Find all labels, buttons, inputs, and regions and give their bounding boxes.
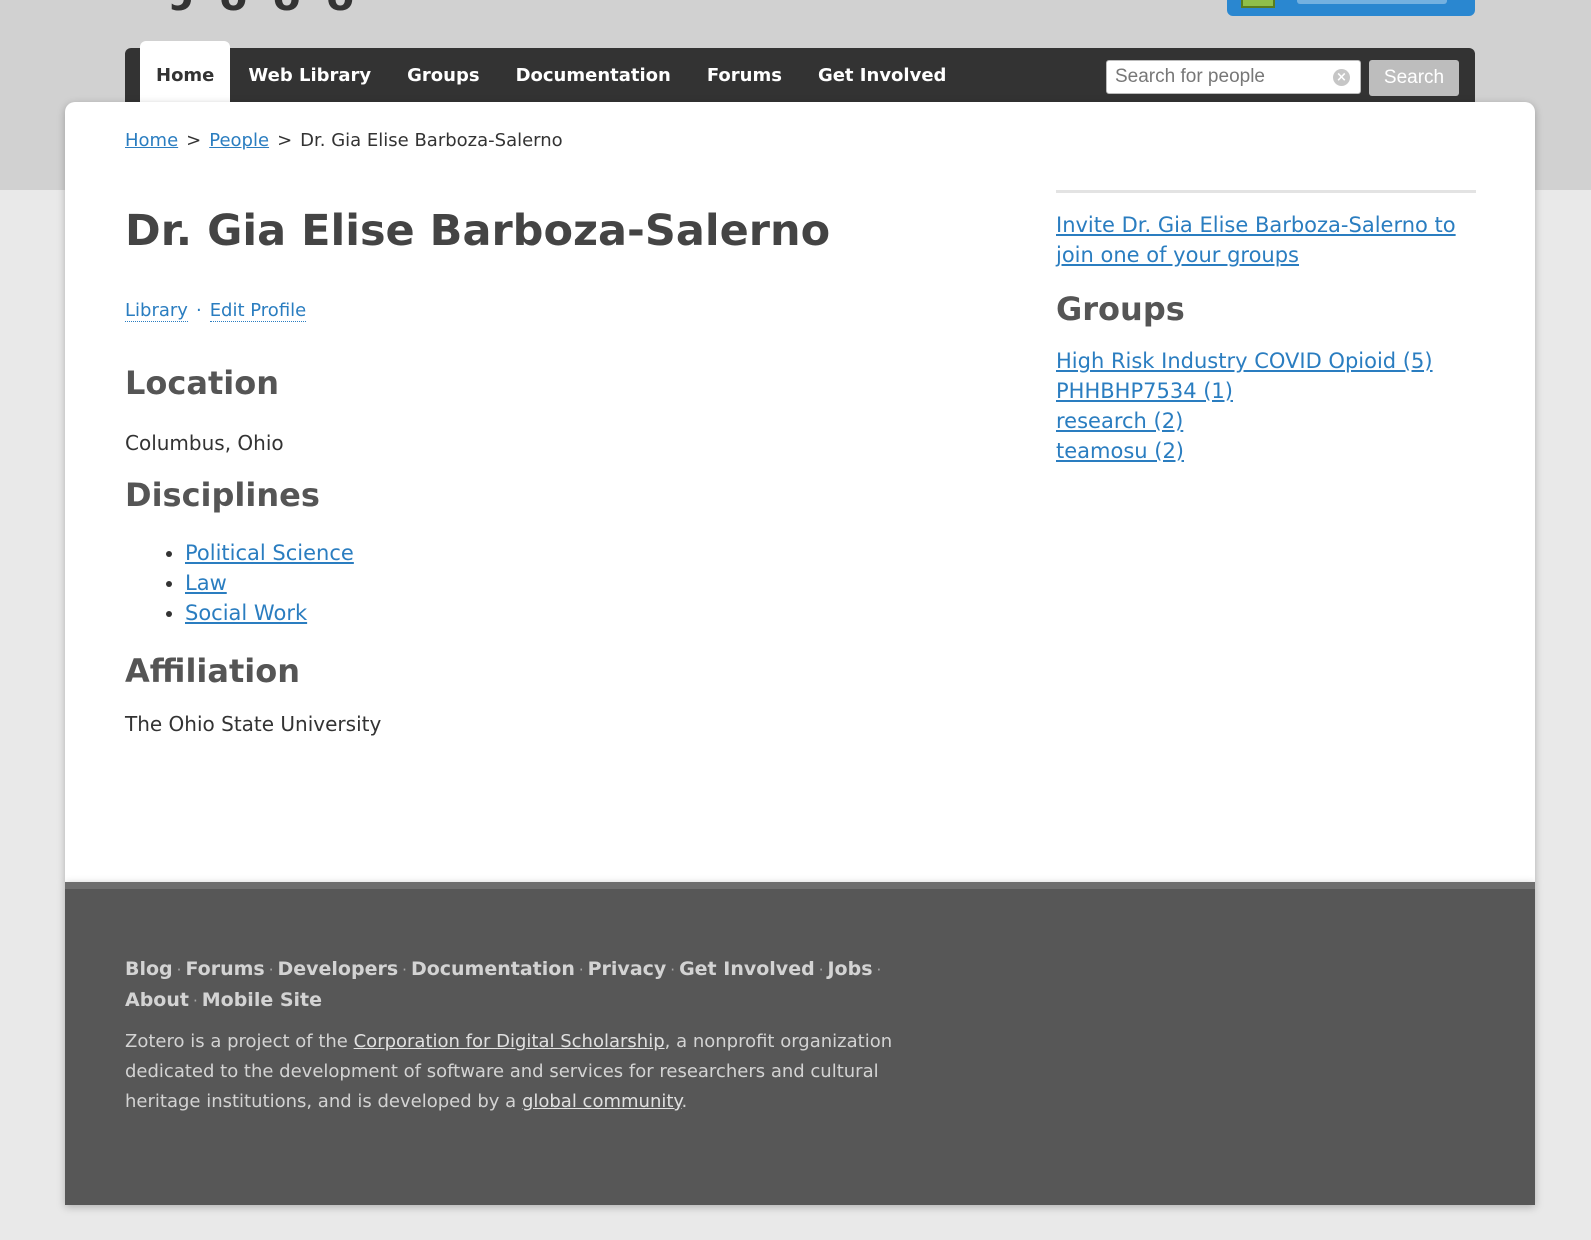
groups-list: High Risk Industry COVID Opioid (5) PHHB… <box>1056 346 1476 466</box>
breadcrumb-people-link[interactable]: People <box>209 130 269 151</box>
clear-search-icon[interactable]: × <box>1333 69 1350 86</box>
footer-link-mobile-site[interactable]: Mobile Site <box>202 989 322 1011</box>
nav-list: Home Web Library Groups Documentation Fo… <box>140 41 964 102</box>
breadcrumb-separator: > <box>277 130 293 151</box>
edit-profile-link[interactable]: Edit Profile <box>209 300 307 322</box>
main-nav: Home Web Library Groups Documentation Fo… <box>125 41 1475 102</box>
breadcrumb-separator: > <box>186 130 202 151</box>
footer-separator: · <box>176 961 182 979</box>
invite-block: Invite Dr. Gia Elise Barboza-Salerno to … <box>1056 210 1476 270</box>
cds-link[interactable]: Corporation for Digital Scholarship <box>354 1031 665 1052</box>
footer-separator: · <box>818 961 824 979</box>
footer-separator: · <box>670 961 676 979</box>
profile-card: Home > People > Dr. Gia Elise Barboza-Salern… <box>65 102 1535 882</box>
zotero-logo[interactable]: ɔ o o o <box>170 0 360 20</box>
location-heading: Location <box>125 364 279 402</box>
storage-icon <box>1241 0 1275 8</box>
nav-item-get-involved[interactable]: Get Involved <box>800 48 964 102</box>
group-link[interactable]: research (2) <box>1056 406 1476 436</box>
footer-link-about[interactable]: About <box>125 989 189 1011</box>
group-link[interactable]: High Risk Industry COVID Opioid (5) <box>1056 346 1476 376</box>
groups-heading: Groups <box>1056 290 1185 328</box>
footer-link-documentation[interactable]: Documentation <box>411 958 575 980</box>
breadcrumb-current: Dr. Gia Elise Barboza-Salerno <box>300 130 563 151</box>
upgrade-storage-button[interactable] <box>1227 0 1475 16</box>
footer-link-forums[interactable]: Forums <box>185 958 264 980</box>
nav-item-documentation[interactable]: Documentation <box>498 48 689 102</box>
nav-item-groups[interactable]: Groups <box>389 48 497 102</box>
footer: Blog · Forums · Developers · Documentation · Pri… <box>65 882 1535 1205</box>
upgrade-label-fragment <box>1297 0 1447 4</box>
nav-item-web-library[interactable]: Web Library <box>230 48 389 102</box>
footer-separator: · <box>876 961 882 979</box>
footer-separator: · <box>192 992 198 1010</box>
breadcrumb-home-link[interactable]: Home <box>125 130 178 151</box>
group-link[interactable]: PHHBHP7534 (1) <box>1056 376 1476 406</box>
nav-item-home[interactable]: Home <box>140 41 231 102</box>
footer-separator: · <box>402 961 407 979</box>
page-title: Dr. Gia Elise Barboza-Salerno <box>125 206 831 256</box>
footer-links: Blog · Forums · Developers · Documentation · Pri… <box>125 954 925 1016</box>
footer-link-privacy[interactable]: Privacy <box>588 958 667 980</box>
people-search-input[interactable] <box>1107 61 1325 93</box>
global-community-link[interactable]: global community <box>522 1091 682 1112</box>
list-item: Political Science <box>185 538 354 568</box>
nav-item-forums[interactable]: Forums <box>689 48 800 102</box>
link-separator: · <box>195 300 202 321</box>
sidebar-divider <box>1056 190 1476 193</box>
people-search-box: × <box>1106 60 1361 94</box>
discipline-link-law[interactable]: Law <box>185 571 227 595</box>
footer-text-part: . <box>681 1091 688 1112</box>
footer-link-developers[interactable]: Developers <box>277 958 398 980</box>
profile-links: Library · Edit Profile <box>125 300 307 322</box>
discipline-link-social-work[interactable]: Social Work <box>185 601 307 625</box>
sidebar: Invite Dr. Gia Elise Barboza-Salerno to … <box>1056 190 1476 466</box>
affiliation-value: The Ohio State University <box>125 712 382 736</box>
search-button[interactable]: Search <box>1369 60 1459 96</box>
disciplines-list: Political Science Law Social Work <box>125 538 354 628</box>
breadcrumb: Home > People > Dr. Gia Elise Barboza-Salern… <box>125 130 563 151</box>
discipline-link-political-science[interactable]: Political Science <box>185 541 354 565</box>
footer-link-blog[interactable]: Blog <box>125 958 173 980</box>
library-link[interactable]: Library <box>125 300 188 322</box>
footer-about-text: Zotero is a project of the Corporation f… <box>125 1027 925 1117</box>
list-item: Social Work <box>185 598 354 628</box>
footer-separator: · <box>268 961 274 979</box>
footer-separator: · <box>578 961 584 979</box>
list-item: Law <box>185 568 354 598</box>
footer-link-get-involved[interactable]: Get Involved <box>679 958 815 980</box>
invite-to-group-link[interactable]: Invite Dr. Gia Elise Barboza-Salerno to … <box>1056 213 1456 267</box>
affiliation-heading: Affiliation <box>125 652 301 690</box>
footer-link-jobs[interactable]: Jobs <box>827 958 872 980</box>
footer-text-part: Zotero is a project of the <box>125 1031 354 1052</box>
disciplines-heading: Disciplines <box>125 476 320 514</box>
group-link[interactable]: teamosu (2) <box>1056 436 1476 466</box>
location-value: Columbus, Ohio <box>125 431 284 455</box>
